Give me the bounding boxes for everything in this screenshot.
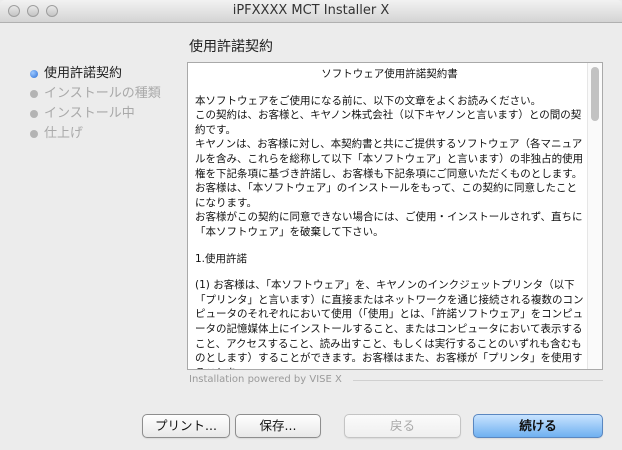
license-section-heading: 1.使用許諾 — [195, 252, 248, 265]
continue-button[interactable]: 続ける — [473, 414, 603, 438]
step-label: インストールの種類 — [44, 86, 161, 101]
footer-divider — [353, 380, 603, 381]
step-bullet-icon — [30, 90, 38, 98]
installer-steps: 使用許諾契約 インストールの種類 インストール中 仕上げ — [30, 64, 161, 144]
save-button[interactable]: 保存... — [235, 414, 321, 438]
powered-by-label: Installation powered by VISE X — [189, 374, 342, 385]
license-paragraph: 本ソフトウェアをご使用になる前に、以下の文章をよくお読みください。 この契約は、… — [195, 94, 584, 238]
step-label: インストール中 — [44, 106, 135, 121]
back-button[interactable]: 戻る — [344, 414, 461, 438]
step-install-type: インストールの種類 — [30, 84, 161, 104]
license-text-area[interactable]: ソフトウェア使用許諾契約書 本ソフトウェアをご使用になる前に、以下の文章をよくお… — [187, 62, 603, 370]
page-title: 使用許諾契約 — [189, 39, 273, 55]
step-installing: インストール中 — [30, 104, 161, 124]
step-license: 使用許諾契約 — [30, 64, 161, 84]
step-label: 仕上げ — [44, 126, 84, 141]
title-bar: iPFXXXX MCT Installer X — [0, 0, 622, 23]
step-label: 使用許諾契約 — [44, 66, 123, 81]
license-title: ソフトウェア使用許諾契約書 — [321, 68, 458, 80]
license-scrollbar[interactable] — [587, 63, 602, 369]
print-button[interactable]: プリント... — [142, 414, 230, 438]
license-paragraph: (1) お客様は、「本ソフトウェア」を、キヤノンのインクジェットプリンタ（以下「… — [195, 279, 584, 369]
step-bullet-icon — [30, 70, 38, 78]
step-finish: 仕上げ — [30, 124, 161, 144]
scrollbar-thumb[interactable] — [591, 67, 599, 121]
window-title: iPFXXXX MCT Installer X — [232, 3, 390, 18]
step-bullet-icon — [30, 110, 38, 118]
installer-window: iPFXXXX MCT Installer X 使用許諾契約 使用許諾契約 イン… — [0, 0, 622, 450]
step-bullet-icon — [30, 130, 38, 138]
